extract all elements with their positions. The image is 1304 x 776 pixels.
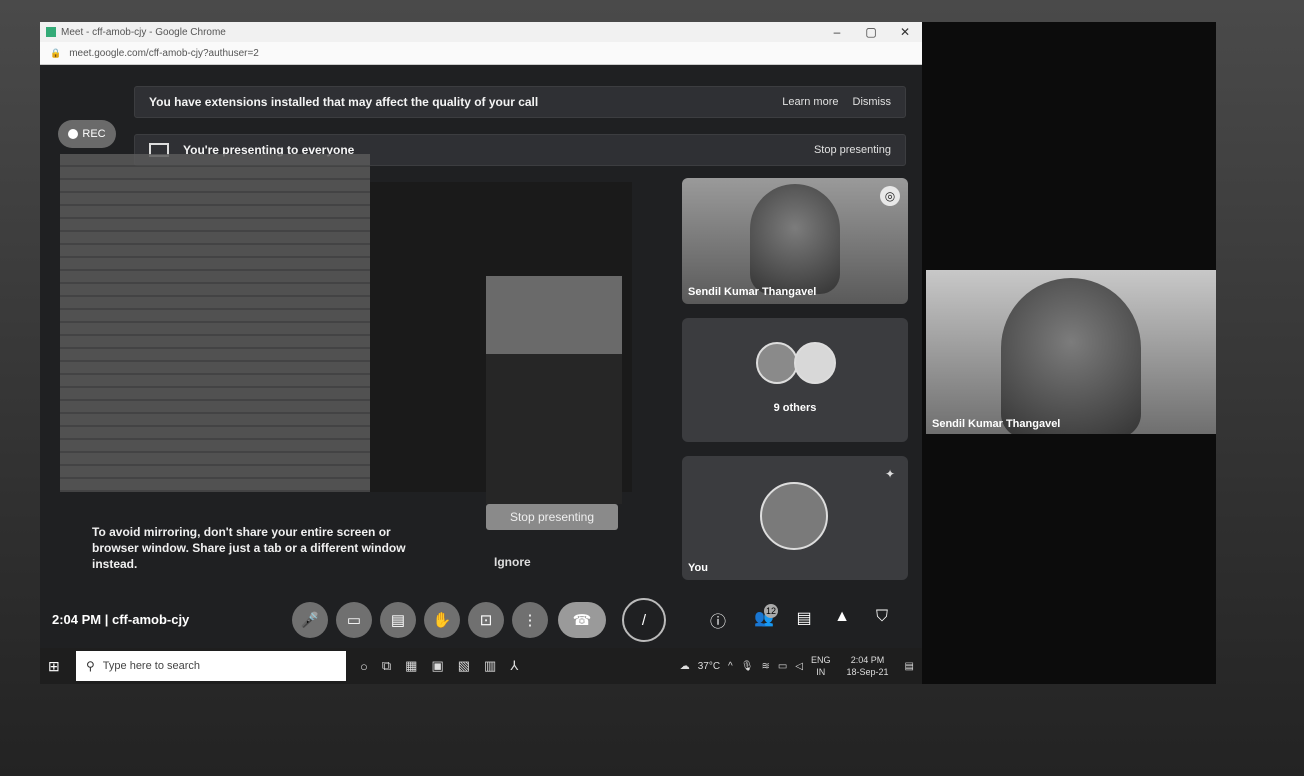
participant-name: Sendil Kumar Thangavel xyxy=(688,286,817,298)
window-title: Meet - cff-amob-cjy - Google Chrome xyxy=(61,26,226,38)
others-label: 9 others xyxy=(773,402,817,414)
raise-hand-icon: ✋ xyxy=(432,612,452,629)
minimize-button[interactable]: – xyxy=(820,25,854,39)
dismiss-button[interactable]: Dismiss xyxy=(853,96,892,108)
microphone-icon: 🎤 xyxy=(300,612,320,629)
camera-icon: ▭ xyxy=(346,612,362,629)
task-view-icon[interactable]: ⧉ xyxy=(382,658,391,674)
microphone-tray-icon[interactable]: 🎙 xyxy=(741,661,754,672)
weather-temp[interactable]: 37°C xyxy=(698,661,720,672)
circle-button[interactable]: / xyxy=(622,598,666,642)
weather-icon[interactable]: ☁ xyxy=(680,661,690,672)
microphone-button[interactable]: 🎤 xyxy=(292,602,328,638)
more-options-button[interactable]: ⋮ xyxy=(512,602,548,638)
title-bar: Meet - cff-amob-cjy - Google Chrome – ▢ … xyxy=(40,22,922,42)
rec-label: REC xyxy=(82,128,106,140)
network-icon[interactable]: ▭ xyxy=(778,661,787,672)
stop-presenting-link[interactable]: Stop presenting xyxy=(814,144,891,156)
word-icon[interactable]: ▥ xyxy=(484,658,496,674)
avatar xyxy=(760,482,828,550)
chevron-up-icon[interactable]: ^ xyxy=(728,661,733,672)
meeting-details-icon[interactable]: ⓘ xyxy=(706,608,730,632)
speaker-name: Sendil Kumar Thangavel xyxy=(932,418,1061,430)
meeting-info: 2:04 PM | cff-amob-cjy xyxy=(52,612,190,627)
store-icon[interactable]: ▣ xyxy=(431,658,443,674)
screen: Meet - cff-amob-cjy - Google Chrome – ▢ … xyxy=(40,22,1216,684)
language-indicator[interactable]: ENG IN xyxy=(811,654,839,678)
pen-icon: / xyxy=(641,611,647,629)
avatar xyxy=(756,342,798,384)
participant-count-badge: 12 xyxy=(764,604,778,618)
monitor-frame: Meet - cff-amob-cjy - Google Chrome – ▢ … xyxy=(0,0,1304,776)
stop-presenting-button[interactable]: Stop presenting xyxy=(486,504,618,530)
shared-screen-overlay xyxy=(60,154,370,492)
cortana-icon[interactable]: ○ xyxy=(360,659,368,674)
participant-tile-you[interactable]: ✦ You xyxy=(682,456,908,580)
maximize-button[interactable]: ▢ xyxy=(854,25,888,39)
notifications-icon[interactable]: ▤ xyxy=(905,661,914,672)
ignore-button[interactable]: Ignore xyxy=(494,555,531,569)
wifi-icon[interactable]: ≋ xyxy=(761,661,769,672)
search-placeholder[interactable]: Type here to search xyxy=(103,660,200,672)
mirroring-warning: To avoid mirroring, don't share your ent… xyxy=(92,525,406,571)
windows-start-icon[interactable]: ⊞ xyxy=(48,658,66,675)
leave-call-button[interactable]: ☎ xyxy=(558,602,606,638)
chat-icon[interactable]: ▤ xyxy=(792,608,816,628)
meet-favicon-icon xyxy=(46,27,56,37)
captions-icon: ▤ xyxy=(390,612,406,629)
address-bar[interactable]: 🔒 meet.google.com/cff-amob-cjy?authuser=… xyxy=(40,42,922,65)
hang-up-icon: ☎ xyxy=(572,612,592,629)
present-icon: ⊡ xyxy=(479,612,493,629)
url-text[interactable]: meet.google.com/cff-amob-cjy?authuser=2 xyxy=(69,48,922,59)
participant-video xyxy=(750,184,840,294)
raise-hand-button[interactable]: ✋ xyxy=(424,602,460,638)
more-vertical-icon: ⋮ xyxy=(522,612,538,629)
extensions-warning-text: You have extensions installed that may a… xyxy=(149,95,539,109)
system-tray: ☁ 37°C ^ 🎙 ≋ ▭ ◁ ENG IN 2:04 PM 18-Sep-21 … xyxy=(680,654,922,678)
participant-tile-others[interactable]: 9 others xyxy=(682,318,908,442)
search-icon: ⚲ xyxy=(86,659,95,673)
meeting-controls: 2:04 PM | cff-amob-cjy 🎤 ▭ ▤ ✋ ⊡ ⋮ ☎ / ⓘ… xyxy=(40,596,922,644)
extensions-banner: You have extensions installed that may a… xyxy=(134,86,906,118)
people-button[interactable]: 👥 12 xyxy=(752,604,778,628)
taskbar-search-box[interactable]: ⚲ Type here to search xyxy=(76,651,346,681)
windows-taskbar: ⊞ ⚲ Type here to search ○ ⧉ ▦ ▣ ▧ ▥ ⅄ ☁ … xyxy=(40,648,922,684)
learn-more-button[interactable]: Learn more xyxy=(782,96,838,108)
chrome-window: Meet - cff-amob-cjy - Google Chrome – ▢ … xyxy=(40,22,922,684)
camera-button[interactable]: ▭ xyxy=(336,602,372,638)
presentation-preview-column xyxy=(486,354,622,504)
pdf-icon[interactable]: ⅄ xyxy=(510,658,518,674)
activities-icon[interactable]: ▲ xyxy=(830,608,854,626)
participant-tile-main[interactable]: ◎ Sendil Kumar Thangavel xyxy=(682,178,908,304)
avatar xyxy=(794,342,836,384)
volume-icon[interactable]: ◁ xyxy=(795,661,803,672)
file-explorer-icon[interactable]: ▦ xyxy=(405,658,417,674)
second-monitor-video: Sendil Kumar Thangavel xyxy=(926,270,1216,434)
presentation-preview xyxy=(486,276,622,354)
present-button[interactable]: ⊡ xyxy=(468,602,504,638)
speaking-indicator-icon: ◎ xyxy=(880,186,900,206)
close-button[interactable]: ✕ xyxy=(888,25,922,39)
captions-button[interactable]: ▤ xyxy=(380,602,416,638)
lock-icon: 🔒 xyxy=(50,47,62,58)
recording-badge: REC xyxy=(58,120,116,148)
pin-icon[interactable]: ✦ xyxy=(880,464,900,484)
record-dot-icon xyxy=(68,129,79,139)
you-label: You xyxy=(688,562,708,574)
host-controls-icon[interactable]: ⛉ xyxy=(870,608,894,626)
speaker-video xyxy=(1001,278,1141,434)
app-icon[interactable]: ▧ xyxy=(458,658,470,674)
clock[interactable]: 2:04 PM 18-Sep-21 xyxy=(847,654,897,678)
